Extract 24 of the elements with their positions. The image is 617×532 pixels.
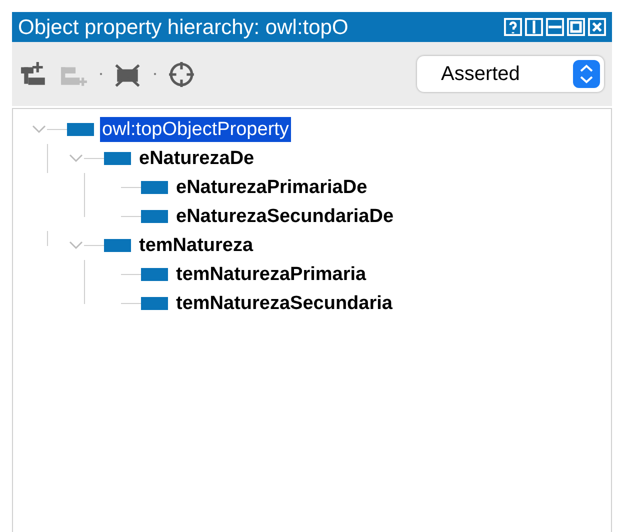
stepper-icon [573, 60, 600, 88]
property-icon [104, 152, 131, 165]
split-horizontal-icon[interactable] [546, 18, 564, 36]
property-icon [141, 181, 168, 194]
property-icon [104, 239, 131, 252]
property-icon [141, 268, 168, 281]
tree-item[interactable]: temNaturezaSecundaria [174, 291, 394, 316]
property-icon [141, 297, 168, 310]
help-icon[interactable] [504, 18, 522, 36]
crosshair-icon[interactable] [168, 60, 196, 88]
tree-item[interactable]: owl:topObjectProperty [100, 117, 291, 142]
tree-item[interactable]: eNaturezaDe [137, 146, 256, 171]
property-icon [141, 210, 168, 223]
split-vertical-icon[interactable] [525, 18, 543, 36]
add-subproperty-icon[interactable] [20, 60, 48, 88]
view-select[interactable]: Asserted [417, 56, 604, 92]
close-icon[interactable] [588, 18, 606, 36]
tree-item[interactable]: eNaturezaPrimariaDe [174, 175, 370, 200]
tree-item[interactable]: eNaturezaSecundariaDe [174, 204, 396, 229]
property-icon [67, 123, 94, 136]
window-title: Object property hierarchy: owl:topO [18, 16, 350, 38]
maximize-icon[interactable] [567, 18, 585, 36]
tree-item[interactable]: temNatureza [137, 233, 256, 258]
tree-item[interactable]: temNaturezaPrimaria [174, 262, 368, 287]
